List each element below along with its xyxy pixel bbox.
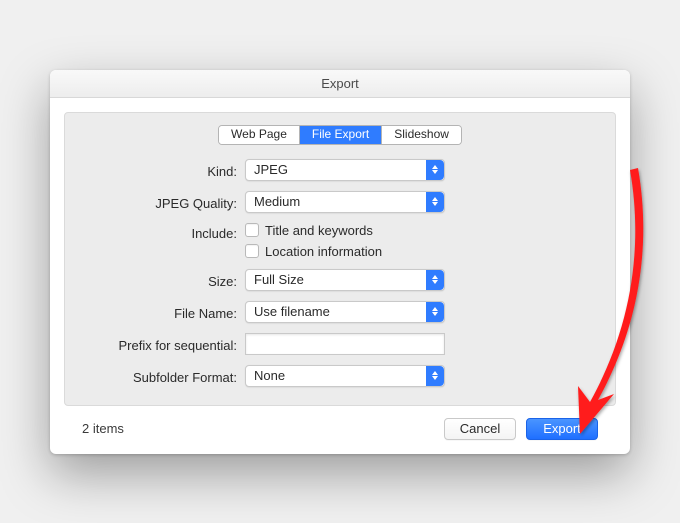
stepper-icon bbox=[426, 192, 444, 212]
stepper-icon bbox=[426, 366, 444, 386]
select-subfolder-value: None bbox=[254, 368, 285, 383]
label-prefix: Prefix for sequential: bbox=[85, 335, 245, 353]
select-file-name[interactable]: Use filename bbox=[245, 301, 445, 323]
form: Kind: JPEG JPEG Quality: bbox=[65, 155, 615, 387]
checkbox-title-keywords[interactable]: Title and keywords bbox=[245, 223, 595, 238]
select-jpeg-quality[interactable]: Medium bbox=[245, 191, 445, 213]
select-subfolder[interactable]: None bbox=[245, 365, 445, 387]
tab-slideshow[interactable]: Slideshow bbox=[382, 126, 461, 144]
footer: 2 items Cancel Export bbox=[64, 406, 616, 454]
checkbox-label-location: Location information bbox=[265, 244, 382, 259]
select-kind-value: JPEG bbox=[254, 162, 288, 177]
checkbox-icon bbox=[245, 244, 259, 258]
checkbox-label-title: Title and keywords bbox=[265, 223, 373, 238]
select-size-value: Full Size bbox=[254, 272, 304, 287]
input-prefix[interactable] bbox=[245, 333, 445, 355]
select-size[interactable]: Full Size bbox=[245, 269, 445, 291]
select-kind[interactable]: JPEG bbox=[245, 159, 445, 181]
cancel-button[interactable]: Cancel bbox=[444, 418, 516, 440]
row-subfolder: Subfolder Format: None bbox=[85, 365, 595, 387]
label-subfolder: Subfolder Format: bbox=[85, 367, 245, 385]
select-file-name-value: Use filename bbox=[254, 304, 330, 319]
stepper-icon bbox=[426, 160, 444, 180]
titlebar: Export bbox=[50, 70, 630, 98]
checkbox-icon bbox=[245, 223, 259, 237]
content: Web Page File Export Slideshow Kind: JPE… bbox=[50, 98, 630, 454]
window-title: Export bbox=[321, 76, 359, 91]
tab-group: Web Page File Export Slideshow bbox=[218, 125, 462, 145]
checkbox-location[interactable]: Location information bbox=[245, 244, 595, 259]
tab-web-page[interactable]: Web Page bbox=[219, 126, 300, 144]
row-kind: Kind: JPEG bbox=[85, 159, 595, 181]
label-kind: Kind: bbox=[85, 161, 245, 179]
label-jpeg-quality: JPEG Quality: bbox=[85, 193, 245, 211]
row-size: Size: Full Size bbox=[85, 269, 595, 291]
select-jpeg-quality-value: Medium bbox=[254, 194, 300, 209]
row-include: Include: Title and keywords Location inf… bbox=[85, 223, 595, 259]
label-file-name: File Name: bbox=[85, 303, 245, 321]
items-count: 2 items bbox=[82, 421, 124, 436]
row-file-name: File Name: Use filename bbox=[85, 301, 595, 323]
export-button[interactable]: Export bbox=[526, 418, 598, 440]
row-prefix: Prefix for sequential: bbox=[85, 333, 595, 355]
export-dialog: Export Web Page File Export Slideshow Ki… bbox=[50, 70, 630, 454]
tab-file-export[interactable]: File Export bbox=[300, 126, 382, 144]
label-include: Include: bbox=[85, 223, 245, 241]
label-size: Size: bbox=[85, 271, 245, 289]
stepper-icon bbox=[426, 302, 444, 322]
row-jpeg-quality: JPEG Quality: Medium bbox=[85, 191, 595, 213]
tab-bar: Web Page File Export Slideshow bbox=[65, 113, 615, 155]
options-panel: Web Page File Export Slideshow Kind: JPE… bbox=[64, 112, 616, 406]
stepper-icon bbox=[426, 270, 444, 290]
